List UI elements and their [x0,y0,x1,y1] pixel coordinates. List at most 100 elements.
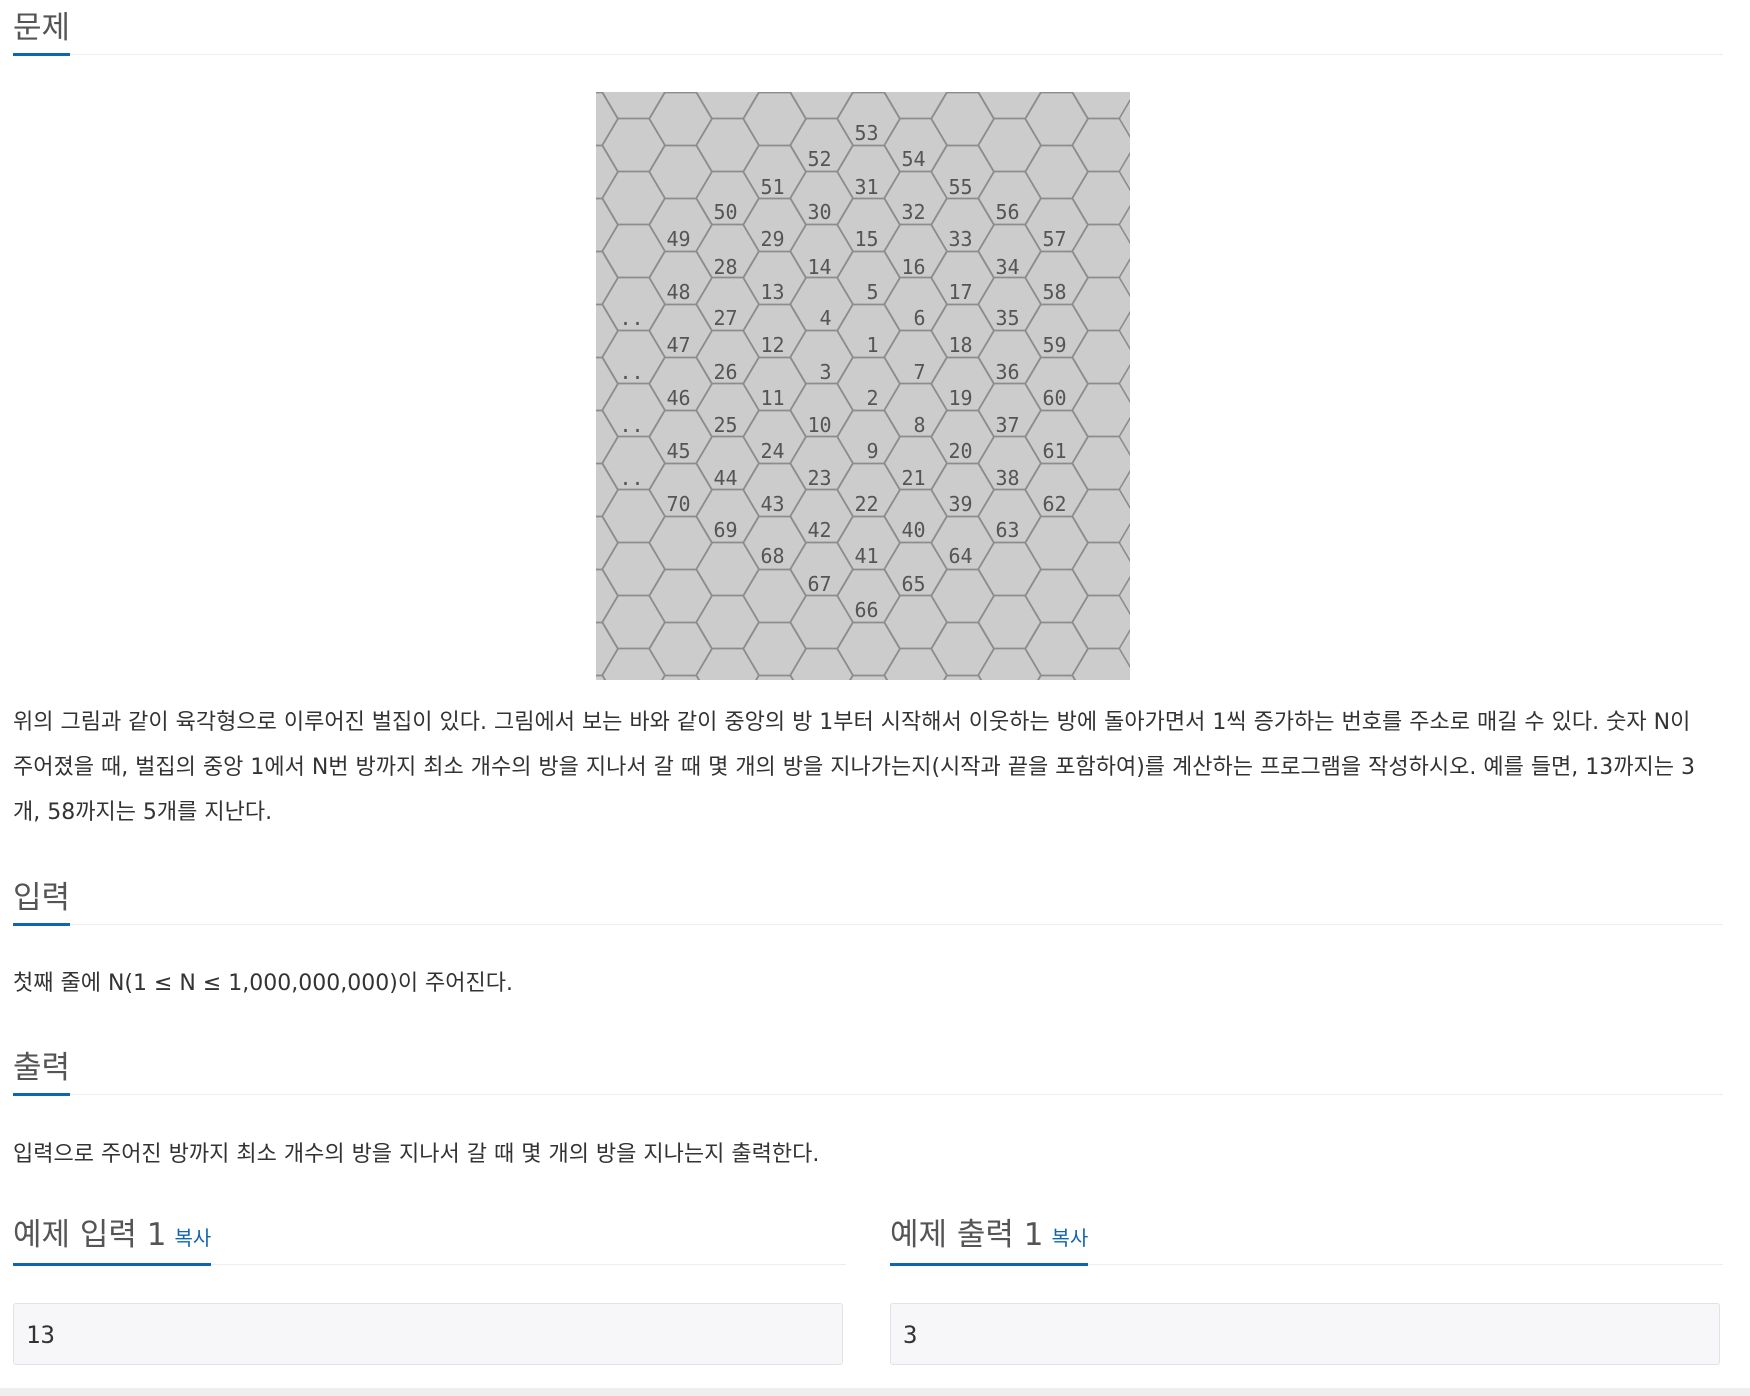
sample-output-box[interactable]: 3 [890,1303,1720,1365]
room-number-label: 61 [1043,439,1067,463]
room-number-label: 64 [949,544,973,568]
hex-cell [789,92,854,120]
room-number-label: 18 [949,333,973,357]
sample-input-box[interactable]: 13 [13,1303,843,1365]
hex-cell [695,594,760,650]
hex-cell [1071,117,1130,173]
hex-cell [1071,594,1130,650]
hex-cell [601,117,666,173]
room-number-label: 7 [914,360,926,384]
room-number-label: 24 [761,439,785,463]
room-number-label: 47 [667,333,691,357]
hex-cell [1071,223,1130,279]
hex-cell [661,674,700,680]
room-number-label: .. [620,306,644,330]
bottom-scroll-area [0,1388,1750,1396]
room-number-label: 43 [761,492,785,516]
hex-cell [977,647,1042,680]
hex-cell [695,647,760,680]
room-number-label: 58 [1043,280,1067,304]
room-number-label: 12 [761,333,785,357]
room-number-label: 31 [855,175,879,199]
sample-input-header: 예제 입력 1 복사 [13,1210,846,1266]
hex-cell [977,541,1042,597]
hex-cell [601,488,666,544]
room-number-label: 42 [808,518,832,542]
hex-cell [883,594,948,650]
room-number-label: 57 [1043,227,1067,251]
room-number-label: 37 [996,413,1020,437]
honeycomb-image: 5352 5451 31 5550 30 32 5649 29 15 33 5728 14 16 3448… [596,92,1130,680]
room-number-label: 45 [667,439,691,463]
room-number-label: 1 [867,333,879,357]
room-number-label: 65 [902,572,926,596]
honeycomb-figure: 53 52 54 51 31 55 50 30 32 56 49 29 15 33 57 28 14 16 34 48… [596,92,1130,680]
hex-cell [695,541,760,597]
hex-cell [695,92,760,120]
input-section-header: 입력 [13,870,1723,926]
hex-cell [977,117,1042,173]
hex-cell [648,621,713,677]
room-number-label: 21 [902,466,926,490]
room-number-label: 26 [714,360,738,384]
room-number-label: 23 [808,466,832,490]
hex-cell [943,674,982,680]
hex-cell [1071,541,1130,597]
room-number-label: 67 [808,572,832,596]
room-number-label: .. [620,413,644,437]
hex-cell [742,568,807,624]
room-number-label: 2 [867,386,879,410]
room-number-label: 69 [714,518,738,542]
room-number-label: 28 [714,255,738,279]
hex-cell [930,621,995,677]
hex-cell [1024,515,1089,571]
room-number-label: 25 [714,413,738,437]
room-number-label: 38 [996,466,1020,490]
room-number-label: 63 [996,518,1020,542]
room-number-label: 68 [761,544,785,568]
sample-input-heading: 예제 입력 1 [13,1217,167,1253]
room-number-label: 55 [949,175,973,199]
hex-cell [1024,92,1089,147]
room-number-label: 3 [820,360,832,384]
hex-cell [601,541,666,597]
hex-cell [695,117,760,173]
hex-cell [1024,144,1089,200]
sample-output-heading: 예제 출력 1 [890,1217,1044,1253]
hex-cell [1071,647,1130,680]
room-number-label: 39 [949,492,973,516]
room-number-label: 16 [902,255,926,279]
problem-description-line: 개, 58까지는 5개를 지난다. [13,800,273,825]
hex-cell [1071,382,1130,438]
room-number-label: 32 [902,200,926,224]
room-number-label: 49 [667,227,691,251]
hex-cell [849,674,888,680]
hex-cell [601,170,666,226]
room-number-label: 59 [1043,333,1067,357]
hex-cell [601,92,666,120]
room-number-label: 19 [949,386,973,410]
room-number-label: 50 [714,200,738,224]
hex-cell [977,92,1042,120]
room-number-label: 17 [949,280,973,304]
room-number-label: 27 [714,306,738,330]
problem-description-line: 주어졌을 때, 벌집의 중앙 1에서 N번 방까지 최소 개수의 방을 지나서 … [13,755,1695,780]
hex-cell [601,647,666,680]
room-number-label: 56 [996,200,1020,224]
hex-cell [648,515,713,571]
sample-input-copy-button[interactable]: 복사 [175,1226,212,1250]
hex-cell [1024,621,1089,677]
hex-cell [601,223,666,279]
input-description: 첫째 줄에 N(1 ≤ N ≤ 1,000,000,000)이 주어진다. [13,971,514,996]
room-number-label: 41 [855,544,879,568]
sample-output-header: 예제 출력 1 복사 [890,1210,1723,1266]
sample-output-copy-button[interactable]: 복사 [1052,1226,1089,1250]
hex-cell [789,647,854,680]
hex-cell [1071,488,1130,544]
room-number-label: 33 [949,227,973,251]
room-number-label: 15 [855,227,879,251]
room-number-label: .. [620,466,644,490]
room-number-label: 51 [761,175,785,199]
problem-heading: 문제 [13,10,71,56]
room-number-label: 40 [902,518,926,542]
